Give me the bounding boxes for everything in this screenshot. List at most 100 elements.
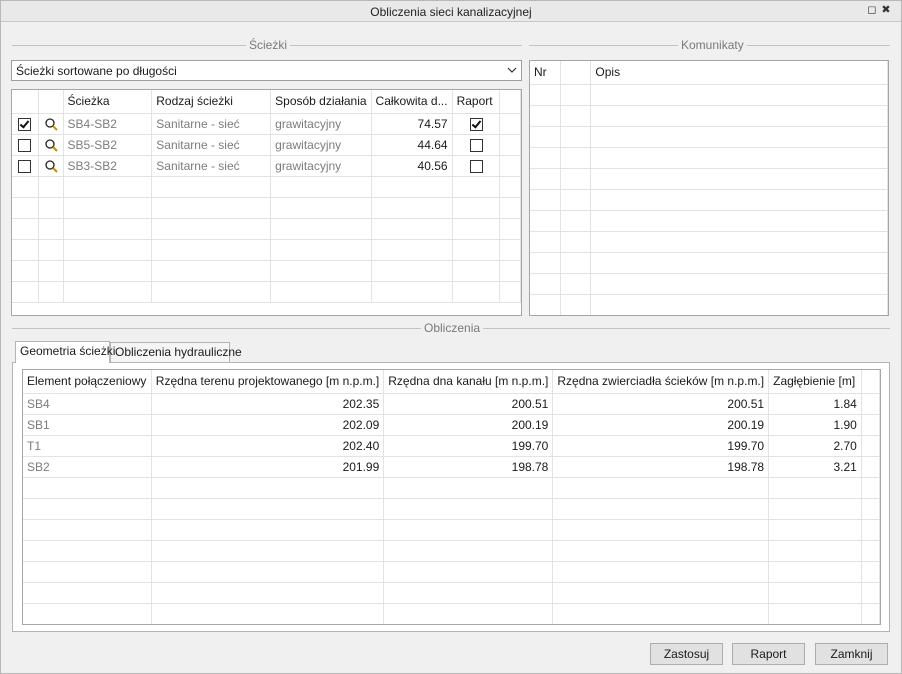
empty-row: [530, 294, 888, 315]
geo-col-filler: [861, 370, 880, 394]
path-type: Sanitarne - sieć: [151, 134, 272, 156]
geo-bottom: 200.19: [383, 414, 554, 436]
path-mode: grawitacyjny: [270, 155, 372, 177]
geo-bottom: 200.51: [383, 393, 554, 415]
paths-grid: Ścieżka Rodzaj ścieżki Sposób działania …: [11, 89, 522, 316]
geo-depth: 1.90: [768, 414, 862, 436]
empty-row: [530, 84, 888, 106]
empty-row: [23, 561, 880, 583]
path-sort-dropdown[interactable]: Ścieżki sortowane po długości: [11, 60, 522, 81]
geo-col-terrain[interactable]: Rzędna terenu projektowanego [m n.p.m.]: [151, 370, 385, 394]
empty-row: [23, 498, 880, 520]
magnifier-icon[interactable]: [44, 117, 58, 131]
path-select-checkbox[interactable]: [18, 138, 32, 152]
empty-row: [530, 105, 888, 127]
messages-header-row: Nr Opis: [530, 61, 888, 85]
geo-bottom: 199.70: [383, 435, 554, 457]
messages-group-title: Komunikaty: [678, 38, 747, 52]
paths-group-title: Ścieżki: [246, 38, 291, 52]
table-row[interactable]: T1 202.40 199.70 199.70 2.70: [23, 435, 880, 457]
report-button[interactable]: Raport: [732, 643, 805, 665]
window-title: Obliczenia sieci kanalizacyjnej: [370, 5, 532, 19]
paths-col-check[interactable]: [12, 90, 39, 114]
empty-row: [530, 231, 888, 253]
chevron-down-icon: [507, 67, 517, 73]
path-report-checkbox[interactable]: [469, 159, 483, 173]
path-length: 44.64: [371, 134, 453, 156]
empty-row: [530, 126, 888, 148]
paths-header-row: Ścieżka Rodzaj ścieżki Sposób działania …: [12, 90, 521, 114]
empty-row: [12, 176, 521, 198]
table-row[interactable]: SB4-SB2 Sanitarne - sieć grawitacyjny 74…: [12, 113, 521, 135]
path-type: Sanitarne - sieć: [151, 155, 272, 177]
empty-row: [12, 239, 521, 261]
empty-row: [530, 210, 888, 232]
geo-bottom: 198.78: [383, 456, 554, 478]
empty-row: [23, 477, 880, 499]
geo-terrain: 202.35: [151, 393, 385, 415]
paths-col-filler: [499, 90, 521, 114]
tab-path-geometry[interactable]: Geometria ścieżki: [15, 341, 115, 363]
geo-depth: 1.84: [768, 393, 862, 415]
messages-col-blank[interactable]: [560, 61, 592, 85]
empty-row: [23, 540, 880, 562]
path-name: SB3-SB2: [63, 155, 153, 177]
path-select-checkbox[interactable]: [18, 117, 32, 131]
empty-row: [530, 147, 888, 169]
geo-col-element[interactable]: Element połączeniowy: [23, 370, 152, 394]
paths-col-mode[interactable]: Sposób działania: [270, 90, 372, 114]
paths-col-report[interactable]: Raport: [452, 90, 501, 114]
empty-row: [12, 281, 521, 303]
table-row[interactable]: SB3-SB2 Sanitarne - sieć grawitacyjny 40…: [12, 155, 521, 177]
table-row[interactable]: SB4 202.35 200.51 200.51 1.84: [23, 393, 880, 415]
geo-depth: 2.70: [768, 435, 862, 457]
messages-col-desc[interactable]: Opis: [590, 61, 888, 85]
geo-col-water[interactable]: Rzędna zwierciadła ścieków [m n.p.m.]: [552, 370, 770, 394]
paths-col-length[interactable]: Całkowita d...: [371, 90, 453, 114]
geo-element: T1: [23, 435, 152, 457]
empty-row: [530, 252, 888, 274]
paths-col-path[interactable]: Ścieżka: [63, 90, 153, 114]
empty-row: [12, 260, 521, 282]
path-report-checkbox[interactable]: [469, 138, 483, 152]
geometry-grid: Element połączeniowy Rzędna terenu proje…: [22, 369, 881, 625]
table-row[interactable]: SB1 202.09 200.19 200.19 1.90: [23, 414, 880, 436]
path-select-checkbox[interactable]: [18, 159, 32, 173]
geo-element: SB1: [23, 414, 152, 436]
geometry-tab-panel: Element połączeniowy Rzędna terenu proje…: [12, 362, 890, 632]
path-type: Sanitarne - sieć: [151, 113, 272, 135]
paths-table: Ścieżka Rodzaj ścieżki Sposób działania …: [12, 90, 521, 303]
geo-terrain: 201.99: [151, 456, 385, 478]
messages-table: Nr Opis: [530, 61, 888, 315]
path-sort-selected: Ścieżki sortowane po długości: [16, 64, 177, 78]
empty-row: [12, 218, 521, 240]
tab-hydraulic-calculations[interactable]: Obliczenia hydrauliczne: [110, 342, 242, 362]
path-length: 74.57: [371, 113, 453, 135]
paths-col-view[interactable]: [38, 90, 64, 114]
path-report-checkbox[interactable]: [469, 117, 483, 131]
table-row[interactable]: SB5-SB2 Sanitarne - sieć grawitacyjny 44…: [12, 134, 521, 156]
geo-water: 200.51: [552, 393, 770, 415]
magnifier-icon[interactable]: [44, 138, 58, 152]
empty-row: [530, 168, 888, 190]
geo-col-bottom[interactable]: Rzędna dna kanału [m n.p.m.]: [383, 370, 554, 394]
close-icon[interactable]: ✖: [880, 4, 892, 16]
empty-row: [530, 189, 888, 211]
paths-col-type[interactable]: Rodzaj ścieżki: [151, 90, 272, 114]
path-name: SB4-SB2: [63, 113, 153, 135]
empty-row: [23, 603, 880, 624]
geo-terrain: 202.09: [151, 414, 385, 436]
geo-col-depth[interactable]: Zagłębienie [m]: [768, 370, 862, 394]
geo-water: 199.70: [552, 435, 770, 457]
apply-button[interactable]: Zastosuj: [650, 643, 723, 665]
geo-terrain: 202.40: [151, 435, 385, 457]
messages-grid: Nr Opis: [529, 60, 889, 316]
geometry-table: Element połączeniowy Rzędna terenu proje…: [23, 370, 880, 624]
path-mode: grawitacyjny: [270, 134, 372, 156]
geo-element: SB2: [23, 456, 152, 478]
messages-col-nr[interactable]: Nr: [530, 61, 562, 85]
table-row[interactable]: SB2 201.99 198.78 198.78 3.21: [23, 456, 880, 478]
restore-icon[interactable]: ◻: [866, 4, 878, 16]
magnifier-icon[interactable]: [44, 159, 58, 173]
close-button[interactable]: Zamknij: [815, 643, 888, 665]
